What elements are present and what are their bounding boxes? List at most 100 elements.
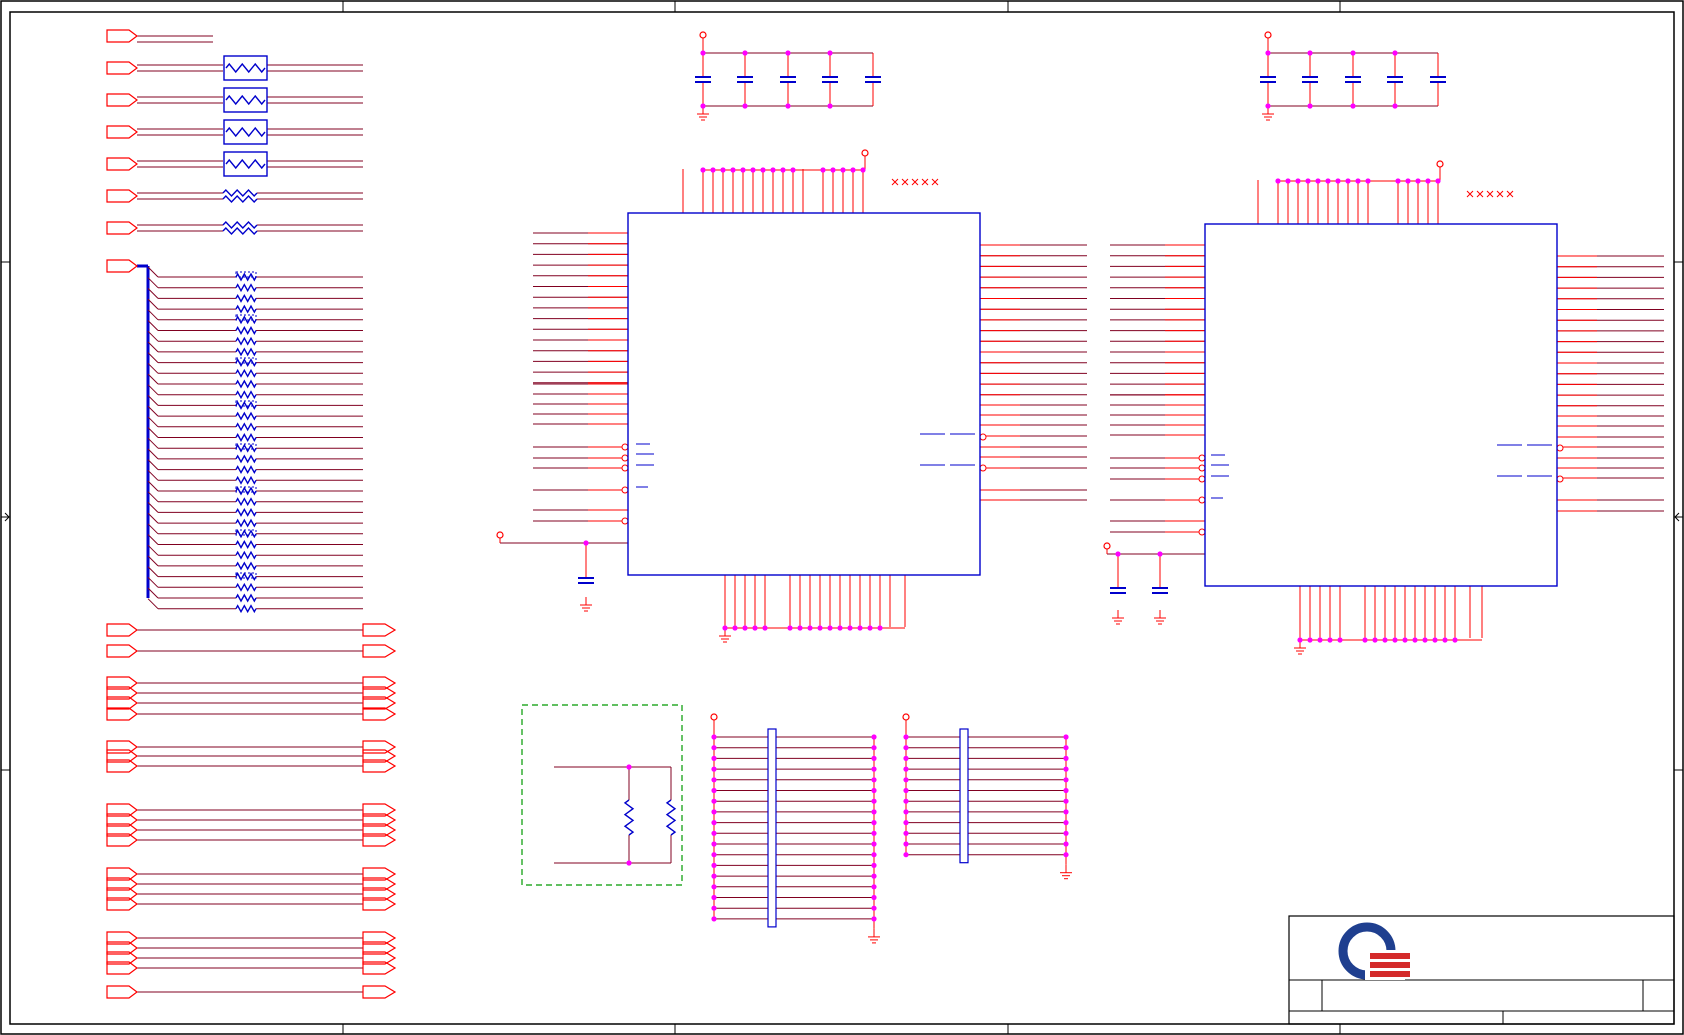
junction-dot [1063,820,1069,826]
resistor-zigzag [235,379,257,389]
resistor-zigzag [235,529,257,539]
junction-dot [871,873,877,879]
junction-dot [797,625,803,631]
junction-dot [857,625,863,631]
junction-dot [903,841,909,847]
power-symbol [1264,31,1272,39]
no-connect [911,178,919,186]
resistor-zigzag [225,94,266,106]
off-sheet-port [106,623,138,637]
resistor-zigzag [235,540,257,549]
capacitor [578,577,594,584]
junction-dot [1442,637,1448,643]
inverted-pin [621,486,629,494]
junction-dot [1435,178,1441,184]
junction-dot [903,734,909,740]
off-sheet-port [106,985,138,999]
resistor-zigzag [235,283,257,293]
power-symbol [699,31,707,39]
junction-dot [750,167,756,173]
resistor-network-body [959,728,969,864]
junction-dot [1392,50,1398,56]
resistor-vertical [665,799,677,836]
junction-dot [1295,178,1301,184]
junction-dot [1265,103,1271,109]
resistor-network-body [767,728,777,928]
ground-symbol [868,928,880,944]
capacitor [1387,76,1403,83]
power-symbol [861,149,869,157]
sheet-frame [0,0,1684,1035]
resistor-zigzag [235,304,257,314]
junction-dot [700,50,706,56]
capacitor [780,76,796,83]
junction-dot [871,830,877,836]
junction-dot [871,820,877,826]
resistor-zigzag [235,572,257,582]
junction-dot [1337,637,1343,643]
resistor-zigzag [235,368,257,378]
resistor-zigzag [225,158,266,170]
junction-dot [1063,830,1069,836]
capacitor [1110,587,1126,594]
junction-dot [1063,841,1069,847]
logo-bar [1370,971,1410,977]
junction-dot [1063,809,1069,815]
resistor-zigzag [235,604,257,614]
junction-dot [1382,637,1388,643]
resistor-zigzag [235,454,257,464]
capacitor [1302,76,1318,83]
junction-dot [700,103,706,109]
junction-dot [877,625,883,631]
arrow-marker [1,512,10,522]
resistor-zigzag [235,400,257,410]
ic-chip [1204,223,1558,587]
junction-dot [871,852,877,858]
power-symbol [496,531,504,539]
power-symbol [902,713,910,721]
no-connect [921,178,929,186]
junction-dot [711,830,717,836]
no-connect [1476,190,1484,198]
off-sheet-port [106,157,138,171]
junction-dot [785,103,791,109]
junction-dot [830,167,836,173]
off-sheet-port [362,623,397,637]
junction-dot [1362,637,1368,643]
junction-dot [1115,551,1121,557]
bus-ripper [147,598,159,610]
title-block [1288,915,1675,1025]
junction-dot [1157,551,1163,557]
junction-dot [785,50,791,56]
resistor-zigzag [235,293,257,303]
net-wires [137,35,1664,993]
junction-dot [742,50,748,56]
junction-dot [711,894,717,901]
no-connect [901,178,909,186]
junction-dot [860,167,866,173]
junction-dot [1425,178,1431,184]
junction-dot [1345,178,1351,184]
junction-dot [1063,777,1069,783]
junction-dot [871,745,877,751]
junction-dot [1297,637,1303,643]
junction-dot [1063,755,1069,762]
junction-dot [903,766,909,772]
junction-dot [711,820,717,826]
capacitor [1345,76,1361,83]
junction-dot [752,625,758,631]
resistor-zigzag [235,497,257,507]
no-connect [1506,190,1514,198]
off-sheet-port [106,740,138,754]
no-connect [1486,190,1494,198]
junction-dot [626,860,632,866]
resistor-zigzag [235,422,257,432]
off-sheet-port [106,707,138,721]
junction-dot [711,852,717,858]
junction-dot [871,787,877,794]
junction-dot [626,764,632,770]
junction-dot [711,884,717,890]
junction-dot [711,873,717,879]
junction-dot [850,167,856,173]
junction-dot [1285,178,1291,184]
